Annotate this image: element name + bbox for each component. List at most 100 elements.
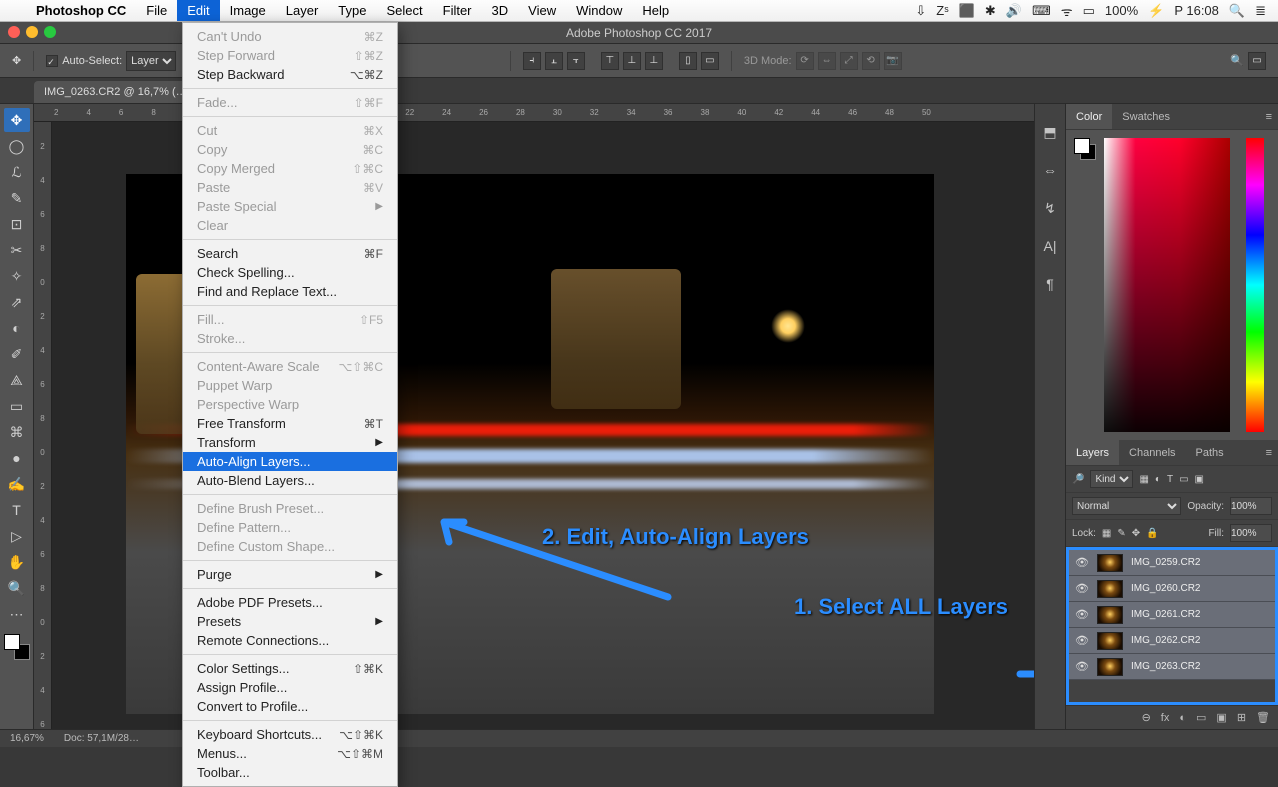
lock-trans-icon[interactable]: ▦ — [1102, 528, 1111, 539]
zoom-tool[interactable]: 🔍 — [4, 576, 30, 600]
input-icon[interactable]: ⌨ — [1032, 3, 1051, 19]
panel-fg-swatch[interactable] — [1074, 138, 1090, 154]
layer-row[interactable]: 👁IMG_0260.CR2 — [1069, 576, 1275, 602]
group-icon[interactable]: ▣ — [1216, 711, 1226, 724]
eyedropper-tool[interactable]: ✂ — [4, 238, 30, 262]
blend-mode[interactable]: Normal — [1072, 497, 1181, 515]
panel-icon-3[interactable]: ↯ — [1040, 198, 1060, 218]
menuitem-adobe-pdf-presets[interactable]: Adobe PDF Presets... — [183, 593, 397, 612]
lock-all-icon[interactable]: 🔒 — [1146, 528, 1158, 539]
type-tool[interactable]: T — [4, 498, 30, 522]
menu-window[interactable]: Window — [566, 0, 632, 21]
auto-select-checkbox[interactable] — [46, 55, 58, 67]
menuitem-toolbar[interactable]: Toolbar... — [183, 763, 397, 782]
link-layers-icon[interactable]: ⊖ — [1142, 711, 1151, 724]
tab-color[interactable]: Color — [1066, 104, 1112, 129]
menuitem-find-and-replace-text[interactable]: Find and Replace Text... — [183, 282, 397, 301]
menuitem-auto-align-layers[interactable]: Auto-Align Layers... — [183, 452, 397, 471]
wifi-icon[interactable]: ᯤ — [1061, 2, 1073, 20]
menu-filter[interactable]: Filter — [433, 0, 482, 21]
menu-help[interactable]: Help — [632, 0, 679, 21]
distribute-h-icon[interactable]: ▯ — [679, 52, 697, 70]
color-panel-menu-icon[interactable]: ≡ — [1260, 111, 1278, 123]
layer-thumbnail[interactable] — [1097, 606, 1123, 624]
filter-icon[interactable]: 🔎 — [1072, 474, 1084, 485]
zs-icon[interactable]: Zˢ — [936, 3, 948, 18]
filter-shape-icon[interactable]: ▭ — [1179, 474, 1188, 485]
layer-row[interactable]: 👁IMG_0261.CR2 — [1069, 602, 1275, 628]
menuitem-check-spelling[interactable]: Check Spelling... — [183, 263, 397, 282]
menu-file[interactable]: File — [136, 0, 177, 21]
visibility-eye-icon[interactable]: 👁 — [1075, 660, 1089, 673]
close-window[interactable] — [8, 26, 20, 38]
delete-layer-icon[interactable]: 🗑 — [1256, 711, 1270, 724]
align-top-icon[interactable]: ⊤ — [601, 52, 619, 70]
battery-icon[interactable]: ⚡ — [1148, 3, 1164, 19]
doc-info[interactable]: Doc: 57,1M/28… — [64, 733, 139, 744]
adjust-layer-icon[interactable]: ▭ — [1196, 711, 1206, 724]
menuitem-convert-to-profile[interactable]: Convert to Profile... — [183, 697, 397, 716]
fg-bg-swatches[interactable] — [4, 634, 30, 660]
align-hcenter-icon[interactable]: ⫠ — [545, 52, 563, 70]
layer-row[interactable]: 👁IMG_0259.CR2 — [1069, 550, 1275, 576]
move-tool[interactable]: ✥ — [4, 108, 30, 132]
menu-image[interactable]: Image — [220, 0, 276, 21]
menuitem-step-backward[interactable]: Step Backward⌥⌘Z — [183, 65, 397, 84]
visibility-eye-icon[interactable]: 👁 — [1075, 582, 1089, 595]
zoom-level[interactable]: 16,67% — [10, 733, 44, 744]
layer-thumbnail[interactable] — [1097, 554, 1123, 572]
panel-fg-bg-swatches[interactable] — [1074, 138, 1096, 160]
color-spectrum[interactable] — [1104, 138, 1230, 432]
panel-icon-5[interactable]: ¶ — [1040, 274, 1060, 294]
pen-tool[interactable]: ✍ — [4, 472, 30, 496]
layer-thumbnail[interactable] — [1097, 580, 1123, 598]
tab-layers[interactable]: Layers — [1066, 440, 1119, 465]
align-bottom-icon[interactable]: ⊥ — [645, 52, 663, 70]
panel-icon-1[interactable]: ⬒ — [1040, 122, 1060, 142]
visibility-eye-icon[interactable]: 👁 — [1075, 556, 1089, 569]
menuitem-keyboard-shortcuts[interactable]: Keyboard Shortcuts...⌥⇧⌘K — [183, 725, 397, 744]
display-icon[interactable]: ▭ — [1083, 3, 1095, 19]
filter-kind[interactable]: Kind — [1090, 470, 1133, 488]
visibility-eye-icon[interactable]: 👁 — [1075, 634, 1089, 647]
filter-pixel-icon[interactable]: ▦ — [1139, 474, 1148, 485]
layer-row[interactable]: 👁IMG_0263.CR2 — [1069, 654, 1275, 680]
tab-channels[interactable]: Channels — [1119, 440, 1185, 465]
brush-tool[interactable]: ⇗ — [4, 290, 30, 314]
app-menu[interactable]: Photoshop CC — [26, 0, 136, 21]
menu-layer[interactable]: Layer — [276, 0, 329, 21]
workspace-switcher[interactable]: ▭ — [1248, 52, 1266, 70]
control-center-icon[interactable]: ≣ — [1255, 3, 1266, 19]
search-icon[interactable]: 🔍 — [1230, 54, 1244, 67]
gradient-tool[interactable]: ▭ — [4, 394, 30, 418]
evernote-icon[interactable]: ⬛ — [959, 3, 975, 19]
layer-thumbnail[interactable] — [1097, 658, 1123, 676]
menu-3d[interactable]: 3D — [482, 0, 519, 21]
menuitem-assign-profile[interactable]: Assign Profile... — [183, 678, 397, 697]
tab-paths[interactable]: Paths — [1186, 440, 1234, 465]
zoom-window[interactable] — [44, 26, 56, 38]
align-right-icon[interactable]: ⫟ — [567, 52, 585, 70]
layer-list[interactable]: 👁IMG_0259.CR2👁IMG_0260.CR2👁IMG_0261.CR2👁… — [1066, 547, 1278, 705]
menuitem-color-settings[interactable]: Color Settings...⇧⌘K — [183, 659, 397, 678]
marquee-tool[interactable]: ◯ — [4, 134, 30, 158]
blur-tool[interactable]: ⌘ — [4, 420, 30, 444]
dropbox-icon[interactable]: ⇩ — [915, 3, 926, 19]
layers-panel-menu-icon[interactable]: ≡ — [1260, 447, 1278, 459]
crop-tool[interactable]: ⊡ — [4, 212, 30, 236]
path-select-tool[interactable]: ▷ — [4, 524, 30, 548]
align-left-icon[interactable]: ⫞ — [523, 52, 541, 70]
hue-bar[interactable] — [1246, 138, 1264, 432]
fg-swatch[interactable] — [4, 634, 20, 650]
layer-thumbnail[interactable] — [1097, 632, 1123, 650]
clock[interactable]: P 16:08 — [1174, 3, 1219, 18]
hand-tool[interactable]: ✋ — [4, 550, 30, 574]
layer-row[interactable]: 👁IMG_0262.CR2 — [1069, 628, 1275, 654]
menu-edit[interactable]: Edit — [177, 0, 219, 21]
filter-smart-icon[interactable]: ▣ — [1195, 474, 1204, 485]
lock-pos-icon[interactable]: ✥ — [1132, 528, 1140, 539]
clone-stamp-tool[interactable]: ◐ — [4, 316, 30, 340]
mask-icon[interactable]: ◐ — [1179, 712, 1186, 724]
bluetooth-icon[interactable]: ✱ — [985, 3, 996, 19]
distribute-v-icon[interactable]: ▭ — [701, 52, 719, 70]
